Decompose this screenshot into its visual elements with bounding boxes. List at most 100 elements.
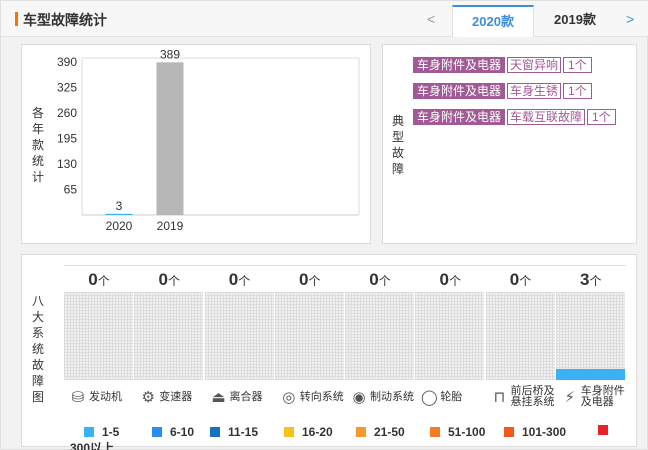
legend-label: 16-20 (302, 425, 333, 439)
system-label[interactable]: ◎ 转向系统 (280, 385, 344, 409)
tire-icon: ◯ (420, 389, 438, 406)
system-heat-cell (64, 292, 133, 380)
system-heat-cell (274, 292, 344, 380)
system-count-unit: 个 (589, 274, 602, 288)
system-count-unit: 个 (378, 274, 391, 288)
system-count: 3个 (556, 269, 626, 291)
tab-2020[interactable]: 2020款 (452, 5, 534, 37)
title-accent-bar (15, 12, 18, 26)
system-label[interactable]: ⛁ 发动机 (69, 385, 122, 409)
legend-label: 1-5 (102, 425, 120, 439)
system-count-value: 0 (88, 270, 98, 289)
fault-count: 1个 (587, 109, 616, 125)
system-column[interactable]: 0个 (345, 267, 415, 392)
fault-name: 车身生锈 (507, 83, 562, 99)
system-column[interactable]: 0个 (415, 267, 485, 392)
typical-faults-panel: 典 型 故 障 车身附件及电器 天窗异响 1个 车身附件及电器 车身生锈 1个 … (382, 44, 637, 244)
system-count-value: 0 (509, 270, 520, 289)
x-tick-label: 2020 (106, 219, 133, 233)
legend-item: 51-100 (430, 425, 485, 439)
system-count: 0个 (345, 269, 415, 291)
system-label[interactable]: ⚡ 车身附件 及电器 (561, 385, 625, 409)
system-label[interactable]: ⏏ 离合器 (210, 385, 263, 409)
system-count-unit: 个 (308, 274, 321, 288)
widget-header: 车型故障统计 < 2020款 2019款 > (1, 1, 648, 37)
system-label[interactable]: ⚙ 变速器 (139, 385, 193, 409)
system-column[interactable]: 0个 (134, 267, 204, 392)
fault-item[interactable]: 车身附件及电器 车载互联故障 1个 (413, 109, 616, 125)
bar-2020 (105, 213, 133, 215)
bar-value-label: 3 (116, 199, 123, 213)
y-tick-label: 390 (57, 55, 77, 69)
legend-item: 11-15 (210, 425, 258, 439)
fault-count: 1个 (563, 57, 592, 73)
legend-item: 21-50 (356, 425, 405, 439)
legend-item: 1-5 (84, 425, 119, 439)
system-count-value: 0 (369, 270, 379, 289)
system-count-value: 0 (439, 270, 449, 289)
system-count-unit: 个 (97, 274, 110, 288)
y-tick-label: 130 (57, 157, 77, 171)
system-count: 0个 (134, 269, 204, 291)
legend-label: 6-10 (170, 425, 195, 439)
system-heat-cell (204, 292, 274, 380)
system-column[interactable]: 0个 (204, 267, 275, 392)
brake-icon: ◉ (352, 389, 366, 406)
system-heat-cell (134, 292, 204, 380)
fault-category: 车身附件及电器 (413, 57, 506, 73)
fault-category: 车身附件及电器 (413, 83, 506, 99)
legend-swatch (284, 427, 294, 437)
system-name: 制动系统 (370, 390, 414, 403)
bar-value-label: 389 (160, 47, 180, 61)
next-arrow-icon[interactable]: > (626, 11, 634, 27)
legend-label: 101-300 (522, 425, 567, 439)
system-heat-fill (555, 369, 625, 380)
legend-swatch (356, 427, 366, 437)
system-label[interactable]: ◉ 制动系统 (350, 385, 414, 409)
legend-label: 51-100 (448, 425, 486, 439)
prev-arrow-icon[interactable]: < (427, 11, 435, 27)
body-electrics-icon: ⚡ (564, 389, 576, 406)
legend-swatch (598, 425, 608, 435)
fault-item[interactable]: 车身附件及电器 天窗异响 1个 (413, 57, 592, 73)
fault-name: 天窗异响 (507, 57, 562, 73)
system-count: 0个 (275, 269, 345, 291)
x-tick-label: 2019 (157, 219, 184, 233)
system-name: 离合器 (229, 390, 263, 403)
system-count: 0个 (486, 269, 556, 291)
system-count-value: 0 (228, 270, 239, 289)
fault-item[interactable]: 车身附件及电器 车身生锈 1个 (413, 83, 592, 99)
fault-category: 车身附件及电器 (413, 109, 506, 125)
legend-swatch (504, 427, 514, 437)
gearbox-icon: ⚙ (141, 389, 155, 406)
system-name: 轮胎 (440, 390, 463, 403)
system-name: 前后桥及 悬挂系统 (510, 385, 555, 408)
system-count-unit: 个 (519, 274, 532, 288)
clutch-icon: ⏏ (211, 389, 226, 406)
system-name: 车身附件 及电器 (580, 385, 625, 408)
eight-systems-panel: 八 大 系 统 故 障 图 0个 0个 0个 0个 0个 0个 0个 3个 ⛁ 发动机 ⚙ 变速器 ⏏… (21, 254, 637, 450)
legend-swatch (210, 427, 220, 437)
system-count: 0个 (415, 269, 485, 291)
system-column[interactable]: 3个 (555, 267, 626, 392)
year-stats-panel: 各 年 款 统 计 65 130 195 260 325 390 3 2020 389 2019 (21, 44, 371, 244)
engine-icon: ⛁ (71, 389, 85, 406)
legend-swatch (430, 427, 440, 437)
system-name: 转向系统 (299, 390, 344, 403)
steering-wheel-icon: ◎ (282, 389, 296, 406)
legend-item: 16-20 (284, 425, 333, 439)
fault-count: 1个 (563, 83, 592, 99)
system-label[interactable]: ⊓ 前后桥及 悬挂系统 (491, 385, 555, 409)
system-column[interactable]: 0个 (274, 267, 345, 392)
system-label[interactable]: ◯ 轮胎 (420, 385, 462, 409)
bar-2019 (156, 62, 184, 215)
fault-stats-widget: 车型故障统计 < 2020款 2019款 > 各 年 款 统 计 65 130 19… (0, 0, 648, 450)
tab-2019[interactable]: 2019款 (534, 5, 616, 37)
system-column[interactable]: 0个 (485, 267, 556, 392)
system-column[interactable]: 0个 (64, 267, 134, 392)
legend-label: 11-15 (228, 425, 259, 439)
system-count-unit: 个 (167, 274, 180, 288)
legend-item: 6-10 (152, 425, 194, 439)
legend-item (598, 425, 616, 435)
suspension-icon: ⊓ (493, 389, 506, 406)
